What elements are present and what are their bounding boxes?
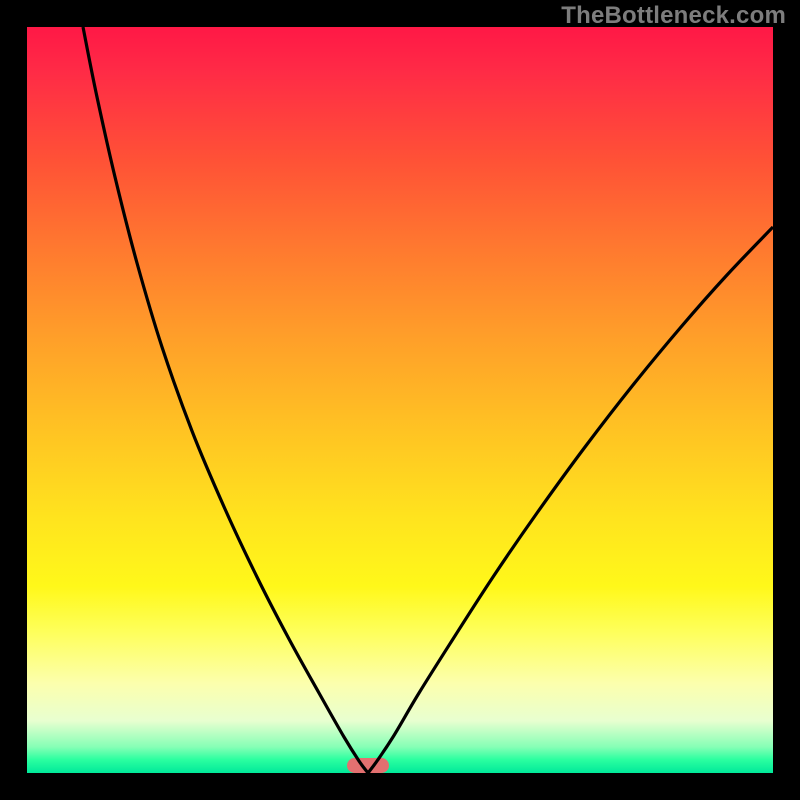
chart-frame: TheBottleneck.com bbox=[0, 0, 800, 800]
plot-area bbox=[27, 27, 773, 773]
bottleneck-curve bbox=[27, 27, 773, 773]
curve-left-branch bbox=[83, 27, 368, 773]
watermark-text: TheBottleneck.com bbox=[561, 2, 786, 30]
curve-right-branch bbox=[368, 227, 773, 773]
